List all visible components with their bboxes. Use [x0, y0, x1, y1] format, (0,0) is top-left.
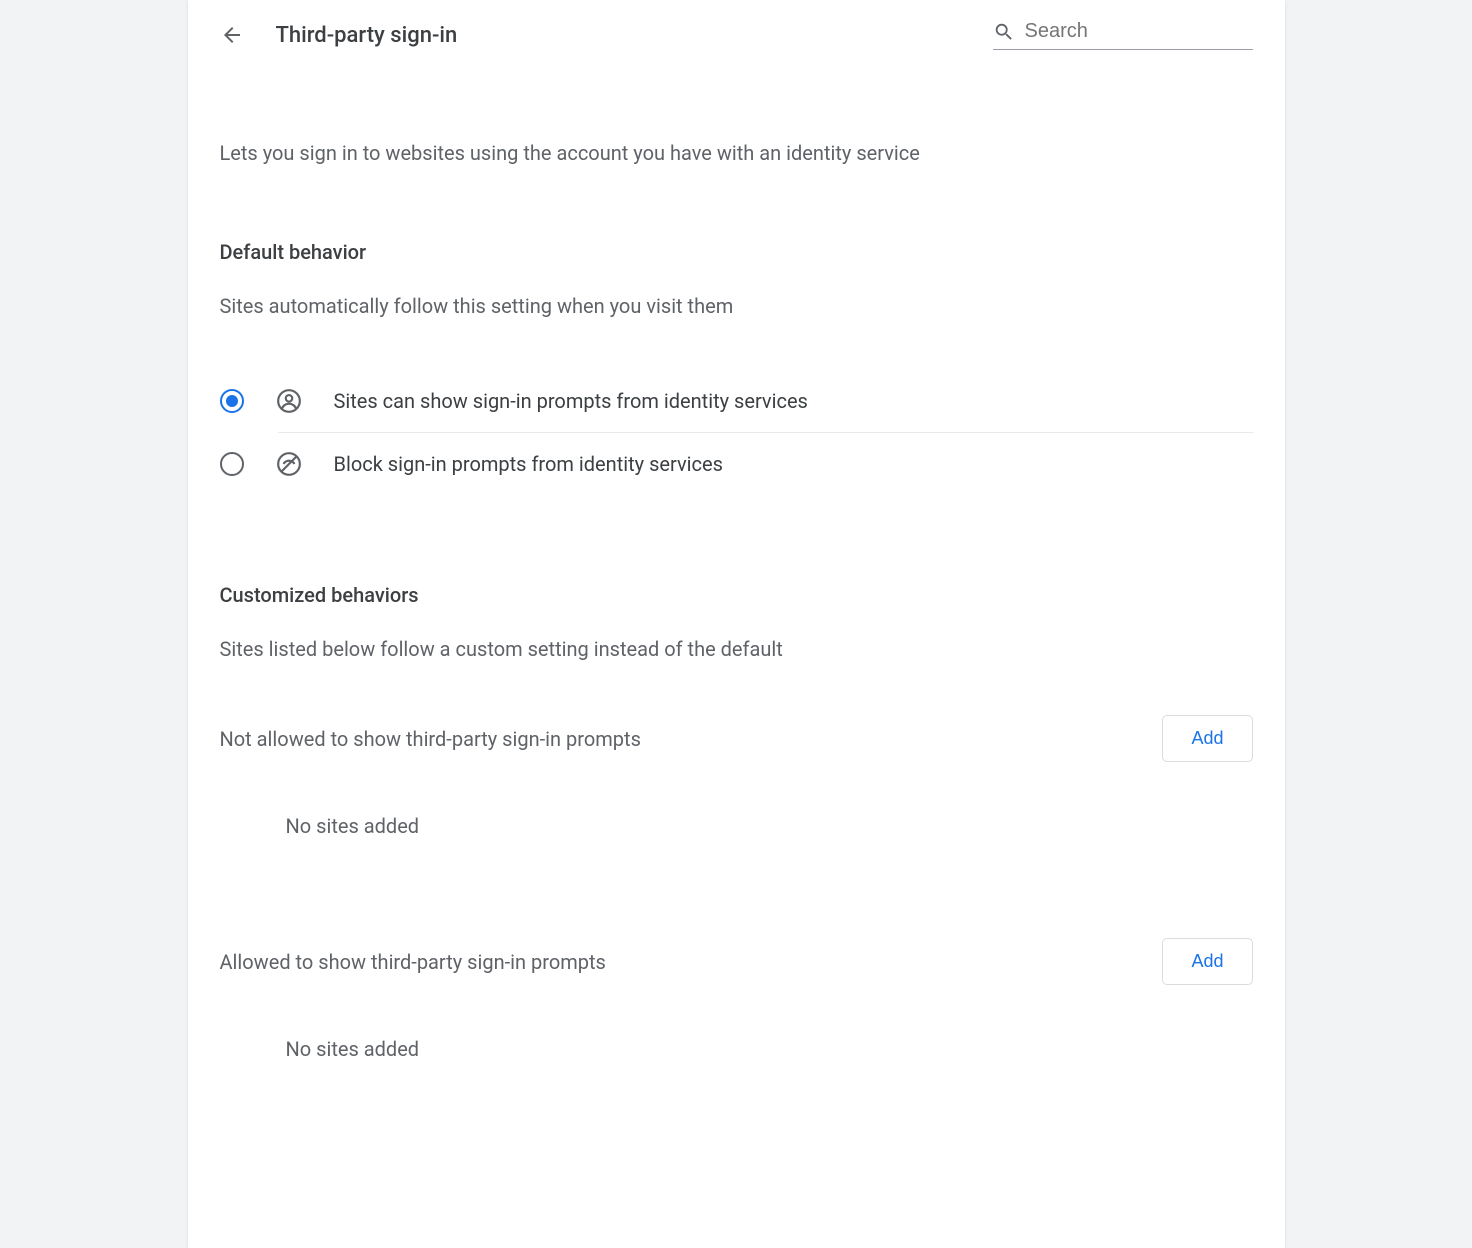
page-title: Third-party sign-in [276, 23, 961, 48]
person-icon [276, 388, 302, 414]
not-allowed-empty: No sites added [286, 814, 1253, 838]
content: Lets you sign in to websites using the a… [188, 138, 1285, 1061]
option-allow-signin-prompts[interactable]: Sites can show sign-in prompts from iden… [220, 370, 1253, 432]
default-behavior-options: Sites can show sign-in prompts from iden… [220, 370, 1253, 495]
search-input[interactable] [1025, 20, 1253, 43]
add-allowed-button[interactable]: Add [1162, 938, 1252, 985]
radio-selected[interactable] [220, 389, 244, 413]
option-label: Sites can show sign-in prompts from iden… [334, 389, 808, 413]
search-field[interactable] [993, 20, 1253, 50]
add-not-allowed-button[interactable]: Add [1162, 715, 1252, 762]
default-behavior-title: Default behavior [220, 240, 1253, 264]
allowed-header: Allowed to show third-party sign-in prom… [220, 938, 1253, 985]
back-button[interactable] [220, 23, 244, 47]
customized-behaviors-title: Customized behaviors [220, 583, 1253, 607]
option-label: Block sign-in prompts from identity serv… [334, 452, 723, 476]
search-icon [993, 21, 1015, 43]
settings-panel: Third-party sign-in Lets you sign in to … [188, 0, 1285, 1248]
allowed-empty: No sites added [286, 1037, 1253, 1061]
page-description: Lets you sign in to websites using the a… [220, 138, 1253, 168]
arrow-left-icon [220, 23, 244, 47]
not-allowed-header: Not allowed to show third-party sign-in … [220, 715, 1253, 762]
not-allowed-label: Not allowed to show third-party sign-in … [220, 727, 641, 751]
customized-behaviors-subtitle: Sites listed below follow a custom setti… [220, 635, 1253, 663]
default-behavior-subtitle: Sites automatically follow this setting … [220, 292, 1253, 320]
allowed-label: Allowed to show third-party sign-in prom… [220, 950, 606, 974]
radio-unselected[interactable] [220, 452, 244, 476]
block-icon [276, 451, 302, 477]
option-block-signin-prompts[interactable]: Block sign-in prompts from identity serv… [220, 433, 1253, 495]
header: Third-party sign-in [188, 0, 1285, 58]
